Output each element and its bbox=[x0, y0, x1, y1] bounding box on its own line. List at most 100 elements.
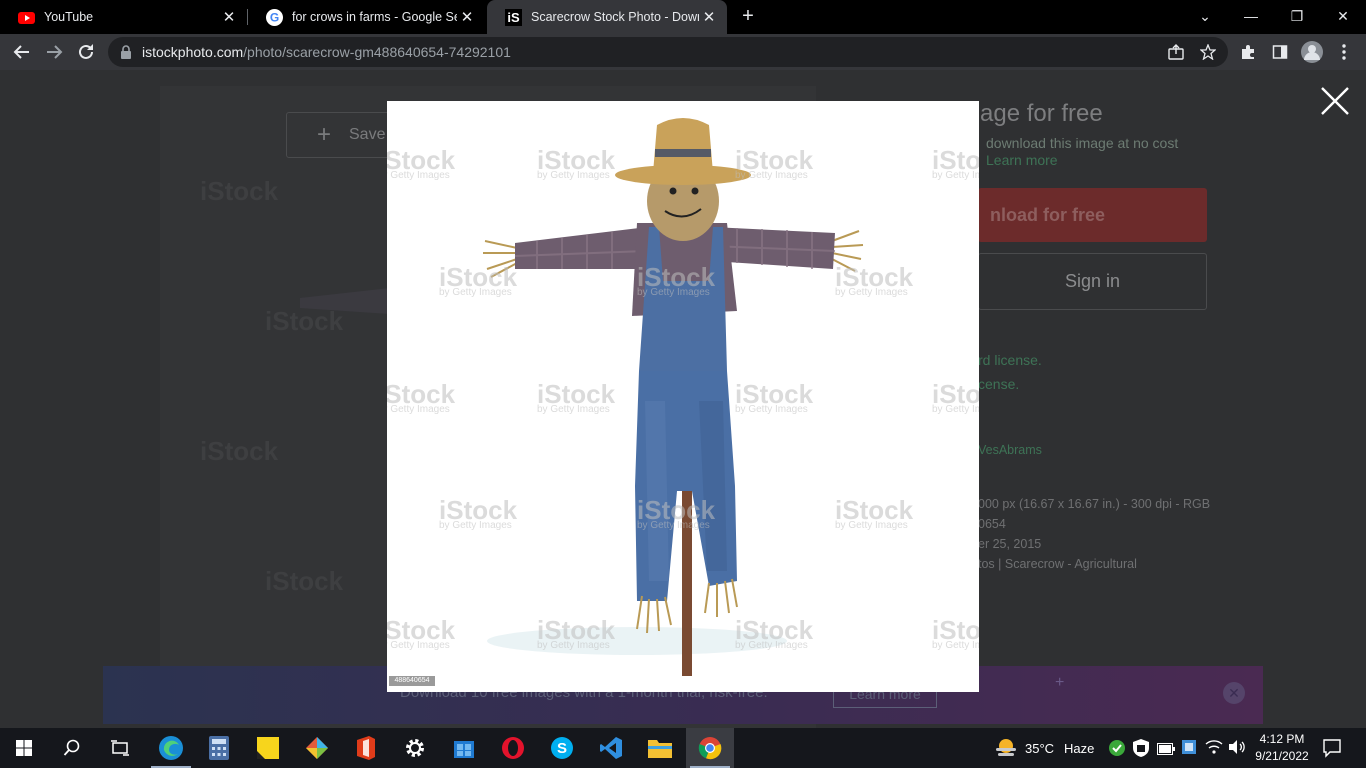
vscode-icon bbox=[600, 737, 622, 759]
tab-istock[interactable]: iS Scarecrow Stock Photo - Download Imag… bbox=[487, 0, 727, 34]
weather-temp[interactable]: 35°C bbox=[1025, 741, 1054, 756]
close-tab-icon[interactable]: ✕ bbox=[457, 8, 477, 26]
watermark: iStockby Getty Images bbox=[637, 495, 716, 531]
security-check-icon[interactable] bbox=[1109, 740, 1125, 761]
lock-icon[interactable] bbox=[120, 45, 132, 64]
watermark: iStockby Getty Images bbox=[387, 145, 456, 181]
close-tab-icon[interactable]: ✕ bbox=[219, 8, 239, 26]
gear-icon bbox=[406, 739, 424, 757]
taskbar-sticky-notes[interactable] bbox=[244, 728, 292, 768]
sign-in-button[interactable]: Sign in bbox=[978, 253, 1207, 310]
background-watermark: iStock bbox=[200, 436, 279, 466]
close-lightbox-icon[interactable] bbox=[1318, 84, 1352, 118]
side-panel-icon[interactable] bbox=[1266, 38, 1294, 66]
tab-title: Scarecrow Stock Photo - Download Image N… bbox=[531, 10, 699, 24]
watermark: iStockby Getty Images bbox=[537, 615, 616, 651]
watermark: iStockby Getty Images bbox=[537, 379, 616, 415]
restore-button[interactable]: ❐ bbox=[1274, 0, 1320, 32]
calculator-icon bbox=[209, 736, 229, 760]
svg-text:G: G bbox=[270, 10, 279, 24]
forward-arrow-icon[interactable] bbox=[40, 38, 68, 66]
keyword-links[interactable]: tos | Scarecrow - Agricultural bbox=[978, 557, 1137, 571]
app-diamond-icon bbox=[306, 737, 328, 759]
tab-google-search[interactable]: G for crows in farms - Google Search ✕ bbox=[248, 0, 485, 34]
menu-dots-icon[interactable] bbox=[1330, 38, 1358, 66]
promo-close-icon[interactable]: ✕ bbox=[1223, 682, 1245, 704]
upload-date: er 25, 2015 bbox=[978, 537, 1042, 551]
url-text[interactable]: istockphoto.com/photo/scarecrow-gm488640… bbox=[142, 44, 511, 60]
minimize-button[interactable]: — bbox=[1228, 0, 1274, 32]
extensions-icon[interactable] bbox=[1234, 38, 1262, 66]
tab-title: for crows in farms - Google Search bbox=[292, 10, 457, 24]
learn-more-link[interactable]: Learn more bbox=[986, 152, 1058, 168]
weather-desc[interactable]: Haze bbox=[1064, 741, 1094, 756]
taskbar-opera[interactable] bbox=[489, 728, 537, 768]
taskbar-store[interactable] bbox=[440, 728, 488, 768]
license-link[interactable]: rd license. bbox=[978, 352, 1042, 368]
tab-strip: YouTube ✕ G for crows in farms - Google … bbox=[0, 0, 1366, 34]
watermark: iStockby Getty Images bbox=[835, 495, 914, 531]
bookmark-star-icon[interactable] bbox=[1194, 38, 1222, 66]
taskbar-chrome[interactable] bbox=[686, 728, 734, 768]
svg-text:S: S bbox=[557, 740, 567, 757]
start-button[interactable] bbox=[0, 728, 48, 768]
tab-search-icon[interactable]: ⌄ bbox=[1182, 0, 1228, 32]
taskbar-calculator[interactable] bbox=[195, 728, 243, 768]
network-adapter-icon[interactable] bbox=[1181, 739, 1197, 762]
watermark: iStockby Getty Images bbox=[735, 379, 814, 415]
taskbar-settings[interactable] bbox=[391, 728, 439, 768]
taskbar-snip-app[interactable] bbox=[293, 728, 341, 768]
share-icon[interactable] bbox=[1162, 38, 1190, 66]
watermark: iStockby Getty Images bbox=[387, 615, 456, 651]
taskbar-office[interactable] bbox=[342, 728, 390, 768]
defender-shield-icon[interactable] bbox=[1133, 739, 1149, 762]
chrome-icon bbox=[698, 737, 722, 760]
search-button[interactable] bbox=[48, 728, 96, 768]
lightbox-image: iStockby Getty Images iStockby Getty Ima… bbox=[387, 101, 979, 692]
plus-icon: + bbox=[317, 121, 332, 148]
sparkle-icon: + bbox=[1055, 674, 1065, 691]
wifi-icon[interactable] bbox=[1205, 739, 1223, 760]
address-bar[interactable]: istockphoto.com/photo/scarecrow-gm488640… bbox=[108, 37, 1228, 67]
watermark: iStockby Getty Images bbox=[835, 262, 914, 298]
image-id-tag: 488640654 bbox=[389, 676, 435, 686]
back-arrow-icon[interactable] bbox=[8, 38, 36, 66]
sidebar-title: age for free bbox=[980, 100, 1103, 127]
image-dimensions: 000 px (16.67 x 16.67 in.) - 300 dpi - R… bbox=[978, 497, 1211, 511]
google-icon: G bbox=[266, 8, 283, 26]
tab-youtube[interactable]: YouTube ✕ bbox=[0, 0, 247, 34]
watermark: iStockby Getty Images bbox=[735, 615, 814, 651]
office-icon bbox=[357, 736, 375, 760]
close-tab-icon[interactable]: ✕ bbox=[699, 8, 719, 26]
close-window-button[interactable]: ✕ bbox=[1320, 0, 1366, 32]
profile-avatar[interactable] bbox=[1298, 38, 1326, 66]
sidebar-subtitle: download this image at no cost bbox=[986, 135, 1179, 151]
system-clock[interactable]: 4:12 PM 9/21/2022 bbox=[1250, 731, 1314, 765]
task-view-button[interactable] bbox=[96, 728, 144, 768]
taskbar-edge[interactable] bbox=[147, 728, 195, 768]
license-link[interactable]: cense. bbox=[978, 376, 1019, 392]
istock-icon: iS bbox=[505, 8, 522, 26]
taskbar-file-explorer[interactable] bbox=[636, 728, 684, 768]
folder-icon bbox=[648, 740, 672, 758]
volume-icon[interactable] bbox=[1228, 739, 1246, 760]
background-scarecrow-arm bbox=[300, 288, 390, 314]
battery-icon[interactable] bbox=[1157, 742, 1175, 760]
search-icon bbox=[63, 739, 80, 756]
weather-icon[interactable] bbox=[994, 736, 1018, 763]
image-id: 0654 bbox=[978, 517, 1006, 531]
taskbar-skype[interactable]: S bbox=[538, 728, 586, 768]
download-free-button[interactable]: nload for free bbox=[978, 188, 1207, 242]
watermark: iStockby Getty Images bbox=[537, 145, 616, 181]
watermark: iStockby Getty Images bbox=[932, 615, 979, 651]
scarecrow-illustration bbox=[483, 118, 864, 676]
notification-center-icon[interactable] bbox=[1322, 738, 1342, 763]
reload-icon[interactable] bbox=[72, 38, 100, 66]
new-tab-button[interactable]: + bbox=[737, 6, 759, 28]
watermark: iStockby Getty Images bbox=[387, 379, 456, 415]
youtube-icon bbox=[18, 9, 35, 26]
browser-toolbar: istockphoto.com/photo/scarecrow-gm488640… bbox=[0, 34, 1366, 70]
contributor-link[interactable]: VesAbrams bbox=[978, 443, 1042, 457]
taskbar-vscode[interactable] bbox=[587, 728, 635, 768]
watermark: iStockby Getty Images bbox=[932, 379, 979, 415]
